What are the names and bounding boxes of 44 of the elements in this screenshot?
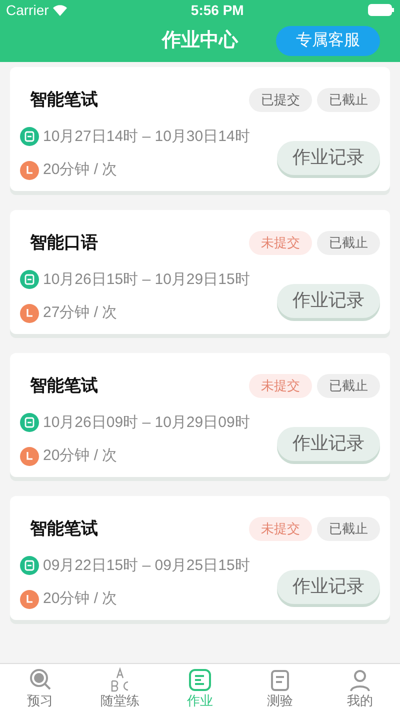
homework-record-button[interactable]: 作业记录 [277,570,380,604]
status-tag: 已截止 [317,516,380,541]
clock-icon [20,160,39,180]
assignment-title: 智能笔试 [30,89,98,111]
duration-text: 20分钟 / 次 [43,446,118,466]
clock-icon [20,304,39,323]
time-period: 09月22日15时 – 09月25日15时 [43,556,250,576]
tab-item[interactable]: 我的 [320,664,400,711]
status-tag: 未提交 [249,374,312,398]
status-tag: 未提交 [249,516,312,541]
clock-icon [20,446,39,466]
page-title: 作业中心 [162,28,238,53]
battery-icon [368,4,394,16]
wifi-icon [52,4,67,16]
status-tag: 已截止 [317,88,380,112]
document-list-icon [187,666,213,692]
status-tag: 已截止 [317,230,380,255]
calendar-icon [20,127,39,146]
time-period: 10月27日14时 – 10月30日14时 [43,126,250,146]
calendar-icon [20,556,39,576]
calendar-icon [20,413,39,432]
status-tag: 未提交 [249,230,312,255]
duration-text: 20分钟 / 次 [43,160,118,180]
customer-service-button[interactable]: 专属客服 [276,26,380,56]
assignment-title: 智能口语 [30,232,98,254]
tab-item[interactable]: 随堂练 [80,664,160,711]
clock-icon [20,590,39,609]
duration-text: 20分钟 / 次 [43,589,118,609]
assignment-title: 智能笔试 [30,375,98,397]
homework-record-button[interactable]: 作业记录 [277,426,380,460]
carrier-label: Carrier [6,0,49,20]
duration-text: 27分钟 / 次 [43,303,118,323]
calendar-icon [20,270,39,290]
clock-time: 5:56 PM [190,0,244,20]
assignment-title: 智能笔试 [30,518,98,540]
homework-record-button[interactable]: 作业记录 [277,140,380,174]
tab-item[interactable]: 测验 [240,664,320,711]
homework-record-button[interactable]: 作业记录 [277,284,380,318]
tab-item[interactable]: 预习 [0,664,80,711]
status-tag: 已截止 [317,374,380,398]
time-period: 10月26日09时 – 10月29日09时 [43,412,250,432]
time-period: 10月26日15时 – 10月29日15时 [43,270,250,290]
status-tag: 已提交 [249,88,312,112]
magnifier-icon [27,666,53,692]
